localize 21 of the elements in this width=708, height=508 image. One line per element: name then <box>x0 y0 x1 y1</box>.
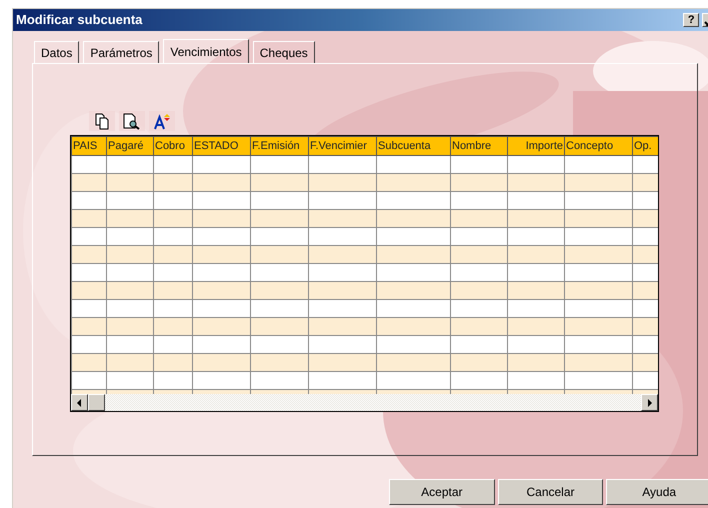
print-preview-button[interactable] <box>119 111 145 131</box>
horizontal-scrollbar[interactable] <box>71 394 658 411</box>
tab[interactable]: Vencimientos <box>163 39 249 63</box>
window-title: Modificar subcuenta <box>16 11 142 30</box>
help-button[interactable]: ? <box>683 13 700 27</box>
pages-button[interactable] <box>89 111 115 131</box>
tab[interactable]: Parámetros <box>83 41 160 63</box>
dialog-button[interactable]: Aceptar <box>389 479 495 505</box>
scroll-left-button[interactable] <box>71 394 88 411</box>
tab[interactable]: Cheques <box>252 41 315 63</box>
dialog-button[interactable]: Ayuda <box>606 479 708 505</box>
dialog-button[interactable]: Cancelar <box>498 479 604 505</box>
font-size-icon <box>154 112 170 130</box>
pages-icon <box>95 112 109 130</box>
tab[interactable]: Datos <box>34 41 80 63</box>
font-size-button[interactable] <box>149 111 175 131</box>
scroll-right-button[interactable] <box>641 394 658 411</box>
right-arrow-icon <box>647 398 652 406</box>
scroll-thumb[interactable] <box>88 394 105 411</box>
left-arrow-icon <box>77 398 82 406</box>
print-preview-icon <box>123 112 141 130</box>
